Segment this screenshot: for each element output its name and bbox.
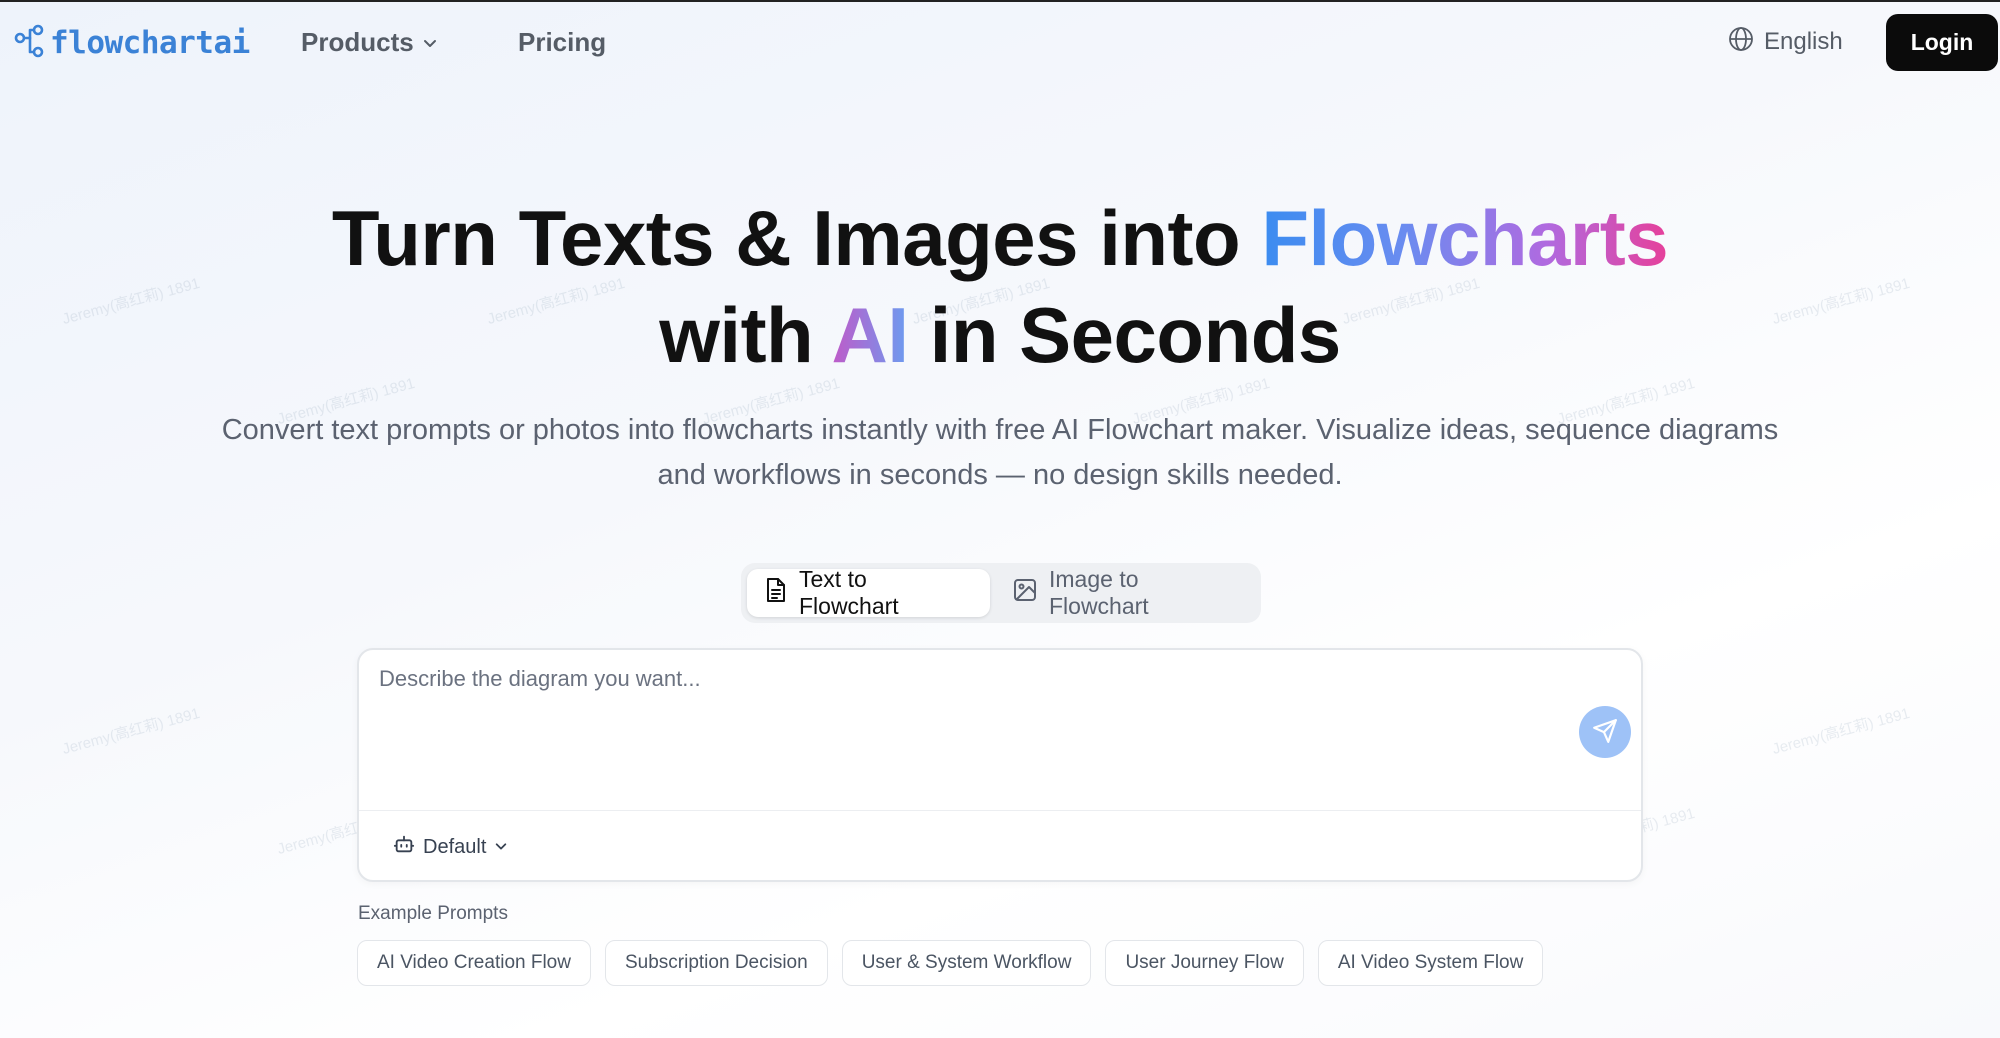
prompt-divider: [359, 810, 1641, 811]
nav-products[interactable]: Products: [301, 22, 438, 62]
logo-text: flowchartai: [50, 25, 250, 61]
globe-icon: [1728, 26, 1754, 59]
language-label: English: [1764, 28, 1843, 55]
watermark: Jeremy(高红莉) 1891: [1770, 704, 1912, 759]
nav-pricing[interactable]: Pricing: [518, 22, 606, 62]
chevron-down-icon: [494, 836, 508, 859]
model-selector-label: Default: [423, 835, 487, 858]
mode-tabs: Text to Flowchart Image to Flowchart: [741, 563, 1261, 623]
example-prompt-chip[interactable]: AI Video System Flow: [1317, 940, 1544, 986]
document-icon: [765, 577, 787, 609]
example-prompt-chip[interactable]: AI Video Creation Flow: [357, 940, 591, 986]
nav-products-label: Products: [301, 26, 414, 57]
prompt-input[interactable]: [377, 664, 1531, 788]
hero-title-part1: Turn Texts & Images into: [331, 194, 1262, 282]
hero-title-highlight-flowcharts: Flowcharts: [1261, 194, 1669, 282]
login-button[interactable]: Login: [1886, 14, 1998, 71]
example-prompt-chip[interactable]: Subscription Decision: [604, 940, 828, 986]
hero-title-part3: in Seconds: [908, 291, 1342, 379]
watermark: Jeremy(高红莉) 1891: [60, 704, 202, 759]
site-header: flowchartai Products Pricing English Log…: [0, 0, 2000, 86]
send-icon: [1592, 718, 1618, 747]
prompt-box: Default: [357, 648, 1643, 882]
hero-subtitle-line1: Convert text prompts or photos into flow…: [221, 414, 1779, 446]
hero-title: Turn Texts & Images into Flowcharts with…: [0, 190, 2000, 384]
robot-icon: [393, 833, 415, 861]
example-prompts-label: Example Prompts: [358, 903, 508, 924]
flow-nodes-icon: [14, 24, 44, 63]
send-button[interactable]: [1579, 706, 1631, 758]
logo[interactable]: flowchartai: [14, 20, 250, 66]
image-icon: [1013, 578, 1037, 608]
tab-text-to-flowchart-label: Text to Flowchart: [799, 566, 899, 619]
example-prompts-list: AI Video Creation Flow Subscription Deci…: [357, 940, 1544, 988]
example-prompt-chip[interactable]: User & System Workflow: [841, 940, 1092, 986]
hero-title-highlight-ai: AI: [831, 291, 909, 379]
tab-text-to-flowchart[interactable]: Text to Flowchart: [747, 566, 990, 619]
tab-image-to-flowchart[interactable]: Image to Flowchart: [995, 566, 1255, 619]
model-selector[interactable]: Default: [393, 830, 508, 864]
hero-title-part2: with: [659, 291, 832, 379]
tab-image-to-flowchart-label: Image to Flowchart: [1049, 566, 1149, 619]
example-prompt-chip[interactable]: User Journey Flow: [1105, 940, 1304, 986]
hero-subtitle: Convert text prompts or photos into flow…: [200, 408, 1800, 498]
chevron-down-icon: [422, 27, 438, 58]
nav-pricing-label: Pricing: [518, 26, 607, 57]
language-selector[interactable]: English: [1728, 22, 1843, 62]
hero-subtitle-line2: and workflows in seconds — no design ski…: [657, 459, 1343, 491]
